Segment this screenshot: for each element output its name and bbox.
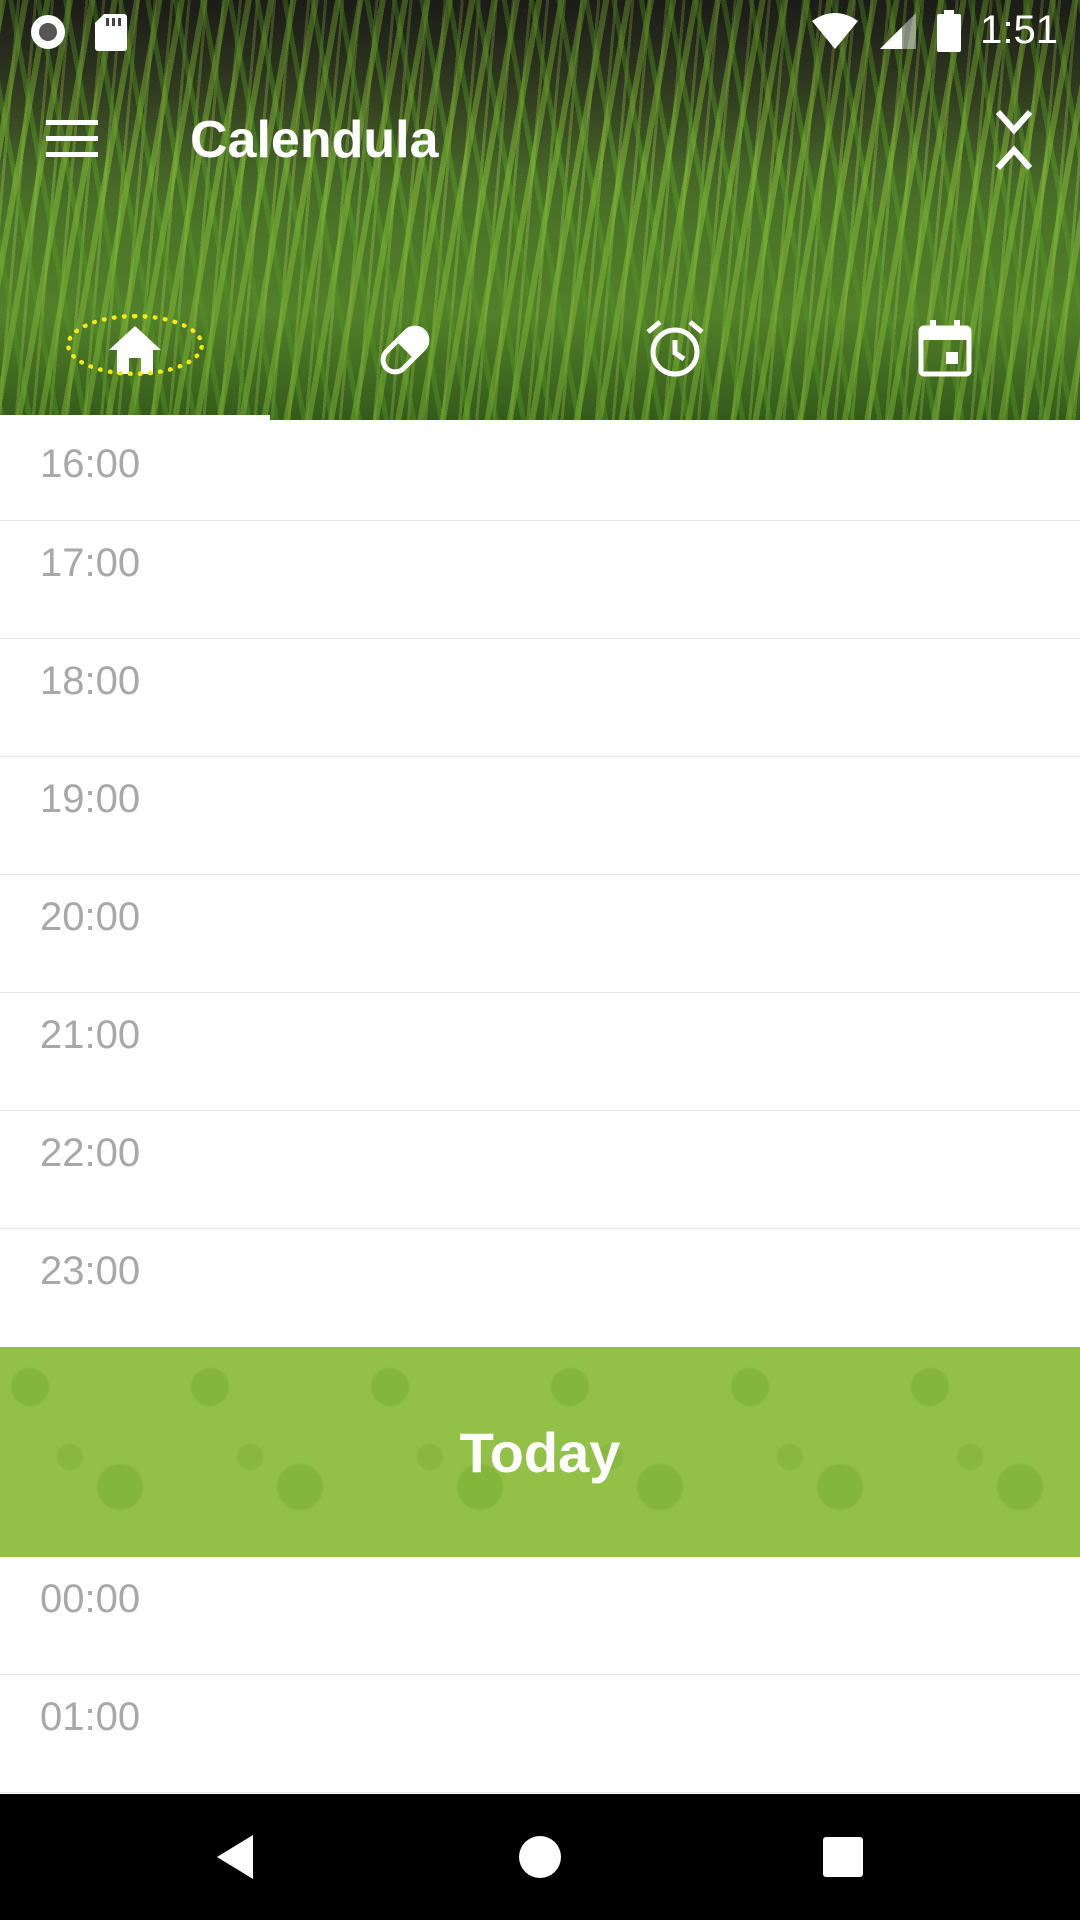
cell-signal-icon	[880, 12, 917, 49]
hour-label: 00:00	[40, 1577, 141, 1621]
status-bar: 1:51	[0, 0, 1080, 64]
hour-row[interactable]: 23:00	[0, 1229, 1080, 1347]
app-title: Calendula	[190, 111, 439, 169]
hour-label: 19:00	[40, 777, 141, 821]
tab-home[interactable]	[0, 300, 270, 420]
hour-row[interactable]: 22:00	[0, 1111, 1080, 1229]
tab-alarms[interactable]	[540, 300, 810, 420]
status-time: 1:51	[980, 8, 1058, 52]
nav-recents-button[interactable]	[810, 1824, 876, 1890]
hour-label: 20:00	[40, 895, 141, 939]
hour-row[interactable]: 01:00	[0, 1675, 1080, 1793]
hour-row[interactable]: 21:00	[0, 993, 1080, 1111]
back-icon	[217, 1835, 253, 1879]
hour-label: 18:00	[40, 659, 141, 703]
today-banner: Today	[0, 1347, 1080, 1557]
hour-row[interactable]: 16:00	[0, 420, 1080, 521]
calendar-icon	[918, 320, 972, 377]
menu-button[interactable]	[36, 106, 108, 170]
tab-medicines[interactable]	[270, 300, 540, 420]
today-label: Today	[459, 1420, 621, 1484]
tab-calendar[interactable]	[810, 300, 1080, 420]
home-circle-icon	[519, 1836, 561, 1878]
record-icon	[31, 15, 65, 49]
hour-label: 16:00	[40, 442, 141, 486]
toolbar: Calendula	[0, 84, 1080, 194]
calendula-app: 1:51 Calendula 16:00 17:00 18:00 19:00 2…	[0, 0, 1080, 1920]
tab-indicator	[0, 415, 270, 420]
hour-row[interactable]: 20:00	[0, 875, 1080, 993]
system-nav-bar	[0, 1794, 1080, 1920]
sd-card-icon	[95, 14, 127, 51]
hour-label: 23:00	[40, 1249, 141, 1293]
menu-icon	[46, 120, 98, 157]
hour-label: 22:00	[40, 1131, 141, 1175]
hour-row[interactable]: 19:00	[0, 757, 1080, 875]
wifi-icon	[812, 12, 859, 49]
collapse-button[interactable]	[972, 96, 1056, 186]
collapse-expand-icon	[995, 110, 1033, 170]
hour-label: 01:00	[40, 1695, 141, 1739]
hour-label: 17:00	[40, 541, 141, 585]
nav-home-button[interactable]	[507, 1824, 573, 1890]
hour-row[interactable]: 17:00	[0, 521, 1080, 639]
pill-icon	[380, 325, 430, 375]
hour-row[interactable]: 18:00	[0, 639, 1080, 757]
recents-icon	[823, 1837, 863, 1877]
battery-icon	[937, 9, 962, 52]
tab-bar	[0, 300, 1080, 420]
hour-row[interactable]: 00:00	[0, 1557, 1080, 1675]
alarm-icon	[646, 320, 704, 377]
home-tab-highlight	[66, 314, 204, 376]
hour-label: 21:00	[40, 1013, 141, 1057]
timeline: 16:00 17:00 18:00 19:00 20:00 21:00 22:0…	[0, 420, 1080, 1793]
nav-back-button[interactable]	[202, 1824, 268, 1890]
